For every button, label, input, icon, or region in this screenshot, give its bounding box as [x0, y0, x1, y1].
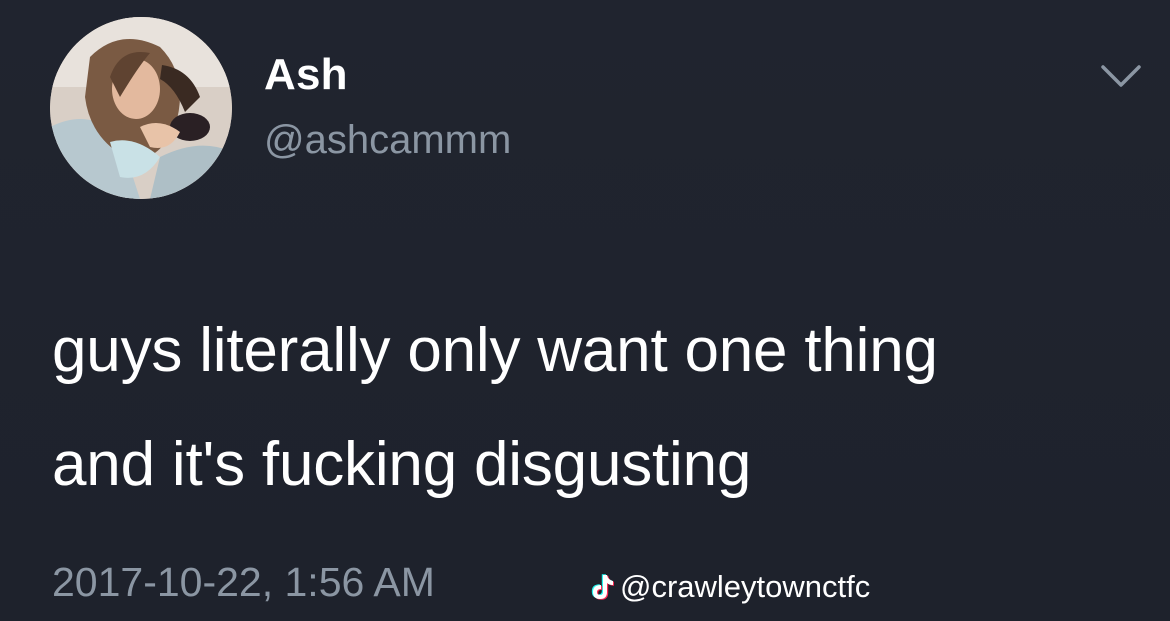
tweet-timestamp[interactable]: 2017-10-22, 1:56 AM: [52, 554, 435, 610]
display-name[interactable]: Ash: [264, 50, 348, 100]
user-handle[interactable]: @ashcammm: [264, 115, 511, 165]
tweet-card: Ash @ashcammm guys literally only want o…: [0, 0, 1170, 621]
avatar[interactable]: [50, 17, 232, 199]
watermark: @crawleytownctfc: [588, 566, 870, 608]
tweet-text-line: and it's fucking disgusting: [52, 430, 752, 499]
avatar-icon: [50, 17, 232, 199]
tiktok-icon: [591, 574, 614, 600]
watermark-account: @crawleytownctfc: [620, 569, 871, 604]
chevron-down-icon[interactable]: [1098, 58, 1144, 92]
tweet-text-line: guys literally only want one thing: [52, 316, 938, 385]
tweet-text: guys literally only want one thing and i…: [52, 294, 1132, 522]
